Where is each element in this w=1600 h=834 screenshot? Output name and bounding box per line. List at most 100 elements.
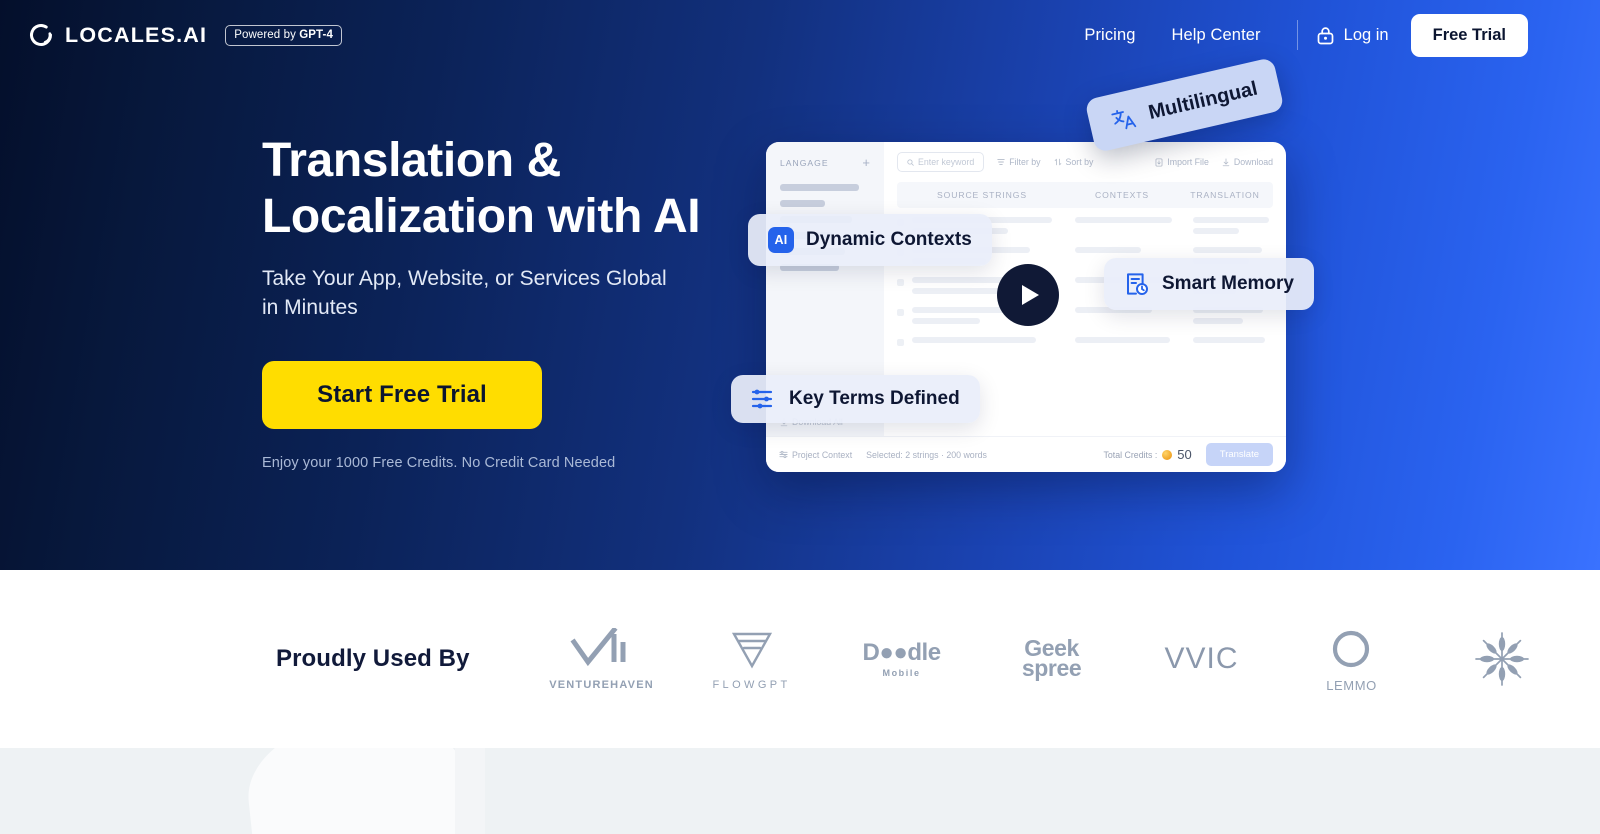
badge-dynamic-contexts: AI Dynamic Contexts [748, 214, 992, 266]
cell-translation [1193, 217, 1273, 234]
table-row[interactable] [897, 337, 1273, 346]
logo-starburst [1444, 630, 1560, 688]
skeleton-bar [780, 200, 825, 207]
geekspree-wordmark: Geek spree [1021, 635, 1082, 681]
mockup-footer: Project Context Selected: 2 strings · 20… [766, 436, 1286, 472]
translate-icon [1109, 103, 1140, 134]
play-video-button[interactable] [997, 264, 1059, 326]
list-sliders-icon [751, 388, 777, 410]
badge-multilingual: Multilingual [1084, 56, 1285, 154]
logo-doodle-caption: Mobile [882, 667, 921, 678]
badge-key-terms-label: Key Terms Defined [789, 388, 960, 409]
nav-divider [1296, 20, 1298, 50]
login-label: Log in [1343, 25, 1389, 44]
cell-context [1075, 337, 1185, 343]
doodle-mobile-wordmark: D●●dle [862, 638, 942, 666]
play-icon [1022, 285, 1039, 305]
cell-translation [1193, 337, 1273, 343]
logo-venturehaven: VENTUREHAVEN [544, 627, 660, 691]
project-context-icon [779, 450, 788, 459]
import-file-icon [1155, 158, 1163, 166]
flowgpt-triangle-icon [731, 632, 772, 668]
filter-icon [997, 159, 1005, 165]
lock-icon [1317, 27, 1334, 45]
total-credits-label: Total Credits : [1103, 449, 1158, 460]
row-checkbox[interactable] [897, 309, 904, 316]
logo-vvic: VVIC [1144, 644, 1260, 674]
hero-subtitle: Take Your App, Website, or Services Glob… [262, 267, 667, 320]
sort-by-label: Sort by [1065, 157, 1094, 167]
badge-smart-memory-label: Smart Memory [1162, 273, 1294, 294]
next-section-strip [0, 748, 1600, 834]
logo-doodle-mobile: D●●dle Mobile [844, 638, 960, 678]
import-file-button[interactable]: Import File [1155, 157, 1209, 167]
row-checkbox[interactable] [897, 279, 904, 286]
logo-flowgpt-caption: FLOWGPT [712, 678, 791, 691]
locales-circle-logo-icon [30, 24, 52, 46]
filter-by-label: Filter by [1009, 157, 1041, 167]
powered-by-model: GPT-4 [299, 28, 333, 41]
brand-name: LOCALES.AI [65, 22, 208, 47]
mockup-toolbar: Enter keyword Filter by Sort by Import F… [884, 142, 1286, 182]
start-free-trial-button[interactable]: Start Free Trial [262, 361, 542, 430]
login-button[interactable]: Log in [1316, 25, 1411, 45]
import-file-label: Import File [1167, 157, 1209, 167]
decorative-blob [241, 748, 479, 834]
badge-smart-memory: Smart Memory [1104, 258, 1314, 310]
filter-by-button[interactable]: Filter by [997, 157, 1041, 167]
plus-icon[interactable]: + [862, 156, 870, 169]
search-input[interactable]: Enter keyword [897, 152, 985, 172]
document-clock-icon [1124, 271, 1150, 297]
download-button[interactable]: Download [1222, 157, 1273, 167]
proudly-used-by-title: Proudly Used By [276, 645, 470, 672]
mockup-sidebar-header: LANGAGE + [780, 156, 870, 169]
vvic-wordmark: VVIC [1164, 642, 1239, 675]
brand-logo[interactable]: LOCALES.AI Powered by GPT-4 [28, 22, 342, 48]
ai-chip-icon: AI [768, 227, 794, 253]
mockup-table-header: SOURCE STRINGS CONTEXTS TRANSLATION [897, 182, 1273, 208]
sort-by-button[interactable]: Sort by [1054, 157, 1094, 167]
lemmo-ring-icon [1332, 630, 1369, 668]
total-credits: Total Credits : 50 [1104, 447, 1192, 462]
starburst-icon [1474, 632, 1529, 686]
row-checkbox[interactable] [897, 339, 904, 346]
selection-summary: Selected: 2 strings · 200 words [866, 449, 987, 460]
badge-key-terms: Key Terms Defined [731, 375, 980, 423]
project-context-button[interactable]: Project Context [779, 450, 852, 460]
top-navigation: LOCALES.AI Powered by GPT-4 Pricing Help… [0, 0, 1600, 70]
sort-icon [1054, 158, 1061, 166]
logo-geekspree: Geek spree [994, 635, 1110, 681]
nav-link-help-center[interactable]: Help Center [1154, 26, 1279, 45]
coin-icon [1162, 449, 1173, 460]
mockup-sidebar-title: LANGAGE [780, 157, 829, 168]
free-trial-button[interactable]: Free Trial [1410, 13, 1528, 57]
hero-note: Enjoy your 1000 Free Credits. No Credit … [262, 455, 616, 472]
hero-section: LOCALES.AI Powered by GPT-4 Pricing Help… [0, 0, 1600, 570]
nav-right-group: Pricing Help Center Log in Free Trial [1066, 13, 1528, 57]
cell-context [1075, 217, 1185, 223]
logo-venturehaven-caption: VENTUREHAVEN [549, 678, 654, 691]
download-icon [1222, 158, 1230, 166]
logo-lemmo: LEMMO [1294, 625, 1410, 693]
column-header-source-strings: SOURCE STRINGS [937, 190, 1027, 200]
translate-button[interactable]: Translate [1205, 443, 1273, 466]
search-placeholder: Enter keyword [918, 157, 975, 167]
cell-source [912, 337, 1067, 343]
total-credits-value: 50 [1177, 447, 1192, 462]
project-context-label: Project Context [792, 449, 853, 460]
page-title: Translation & Localization with AI [262, 134, 701, 244]
badge-dynamic-contexts-label: Dynamic Contexts [806, 229, 972, 250]
proudly-used-by-section: Proudly Used By VENTUREHAVEN FLOWGPT D●●… [0, 570, 1600, 748]
skeleton-bar [780, 184, 860, 191]
logo-lemmo-caption: LEMMO [1326, 678, 1377, 693]
cell-context [1075, 247, 1185, 253]
download-label: Download [1233, 157, 1273, 167]
search-icon [907, 158, 914, 166]
hero-copy: Translation & Localization with AI Take … [262, 133, 732, 471]
powered-by-prefix: Powered by [234, 28, 300, 41]
decorative-blob [455, 748, 485, 834]
column-header-translation: TRANSLATION [1190, 190, 1260, 200]
powered-by-badge: Powered by GPT-4 [225, 24, 342, 46]
nav-link-pricing[interactable]: Pricing [1066, 26, 1153, 45]
logo-flowgpt: FLOWGPT [694, 628, 810, 691]
